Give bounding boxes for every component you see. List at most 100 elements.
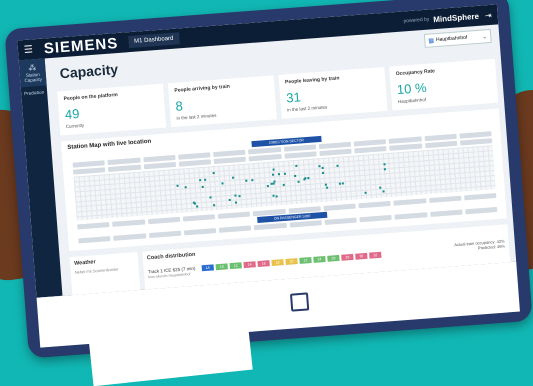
coach-car: 18 <box>271 259 284 267</box>
coach-car: 14 <box>243 261 256 269</box>
chevron-down-icon: ⌄ <box>482 33 488 41</box>
person-marker <box>283 172 286 175</box>
coach-car: 28 <box>341 253 354 261</box>
person-marker <box>306 176 310 179</box>
sidebar-item-label: Prediction <box>24 89 45 97</box>
person-marker <box>201 186 204 189</box>
track-segment <box>113 233 146 241</box>
track-segment <box>112 219 145 227</box>
person-marker <box>297 180 300 183</box>
kpi-card-occupancy: Occupancy Rate 10 % Hauptbahnhof <box>389 58 499 111</box>
home-button[interactable] <box>289 292 310 312</box>
person-marker <box>209 196 212 199</box>
person-marker <box>176 185 179 188</box>
person-marker <box>272 168 275 171</box>
track-segment <box>463 192 497 201</box>
coach-occupancy: Actual train occupancy: 42% Predicted: 4… <box>454 238 505 252</box>
powered-by-label: powered by <box>403 16 430 25</box>
person-marker <box>339 182 342 185</box>
sidebar-item-prediction[interactable]: Prediction <box>21 85 48 100</box>
kpi-card-arriving: People arriving by train 8 in the last 2… <box>167 75 277 128</box>
person-marker <box>364 191 367 194</box>
kpi-card-platform: People on the platform 49 Currently <box>57 83 167 136</box>
person-marker <box>321 171 324 174</box>
person-marker <box>199 179 202 182</box>
station-select-value: Hauptbahnhof <box>435 34 468 44</box>
track-segment <box>393 198 427 206</box>
person-marker <box>382 190 385 193</box>
track-segment <box>424 133 457 142</box>
track-segment <box>213 149 246 158</box>
track-segment <box>108 164 141 172</box>
track-segment <box>429 209 463 218</box>
coach-car: 16 <box>257 260 270 268</box>
map-title: Station Map with live location <box>67 138 152 151</box>
person-marker <box>318 164 321 167</box>
person-marker <box>266 184 270 187</box>
tablet-screen: ☰ SIEMENS M1 Dashboard powered by MindSp… <box>17 4 517 298</box>
coach-car: 10 <box>215 263 228 271</box>
track-segment <box>389 143 422 151</box>
track-segment <box>142 154 176 163</box>
person-marker <box>321 167 324 170</box>
coach-car: 12 <box>229 262 242 270</box>
track-segment <box>183 228 217 236</box>
track-segment <box>323 203 356 211</box>
track-segment <box>359 214 392 223</box>
platform-logo: MindSphere <box>432 11 480 24</box>
person-marker <box>294 175 297 178</box>
track-segment <box>394 212 428 220</box>
coach-car: 20 <box>285 258 298 265</box>
tablet-device: ☰ SIEMENS M1 Dashboard powered by MindSp… <box>4 0 533 359</box>
person-marker <box>212 171 215 174</box>
person-marker <box>275 195 279 198</box>
station-select[interactable]: ▦ Hauptbahnhof ⌄ <box>423 28 492 48</box>
person-marker <box>271 173 275 176</box>
person-marker <box>383 168 387 171</box>
track-segment <box>289 220 322 228</box>
track-segment <box>428 195 462 204</box>
kpi-card-leaving: People leaving by train 31 in the last 2… <box>278 67 388 119</box>
person-marker <box>271 194 275 197</box>
track-segment <box>217 211 251 219</box>
track-segment <box>354 146 387 154</box>
logout-icon[interactable]: ⇥ <box>485 10 492 19</box>
track-segment <box>143 161 176 170</box>
person-marker <box>251 179 254 182</box>
person-marker <box>203 178 207 181</box>
track-segment <box>73 167 106 175</box>
person-marker <box>324 183 327 186</box>
page-title: Capacity <box>59 61 119 82</box>
track-segment <box>388 136 422 144</box>
track-segment <box>464 206 498 215</box>
person-marker <box>379 186 382 189</box>
person-marker <box>185 186 188 189</box>
track-segment <box>177 152 211 160</box>
coach-car: 24 <box>313 255 326 263</box>
dashboard-tab[interactable]: M1 Dashboard <box>127 32 180 49</box>
weather-text: Nebel mit Sonnenfenster <box>74 266 119 275</box>
station-icon: ▦ <box>428 37 435 45</box>
track-segment <box>78 236 111 244</box>
person-marker <box>277 173 280 176</box>
person-marker <box>245 179 248 182</box>
sidebar-item-station-capacity[interactable]: ⁂ Station Capacity <box>18 58 47 88</box>
track-segment <box>148 230 182 239</box>
person-marker <box>237 194 241 197</box>
coach-car: 26 <box>327 254 340 262</box>
person-marker <box>282 183 285 187</box>
person-marker <box>234 194 237 197</box>
person-marker <box>228 198 231 202</box>
track-segment <box>324 217 357 225</box>
person-marker <box>295 164 298 167</box>
menu-icon[interactable]: ☰ <box>24 43 39 56</box>
track-segment <box>319 148 352 157</box>
person-marker <box>221 182 224 185</box>
person-marker <box>341 182 344 185</box>
person-marker <box>303 178 306 181</box>
sidebar-item-label: Station Capacity <box>24 71 43 84</box>
person-marker <box>383 163 386 166</box>
track-segment <box>253 222 287 231</box>
person-marker <box>234 200 237 204</box>
person-marker <box>195 205 198 208</box>
